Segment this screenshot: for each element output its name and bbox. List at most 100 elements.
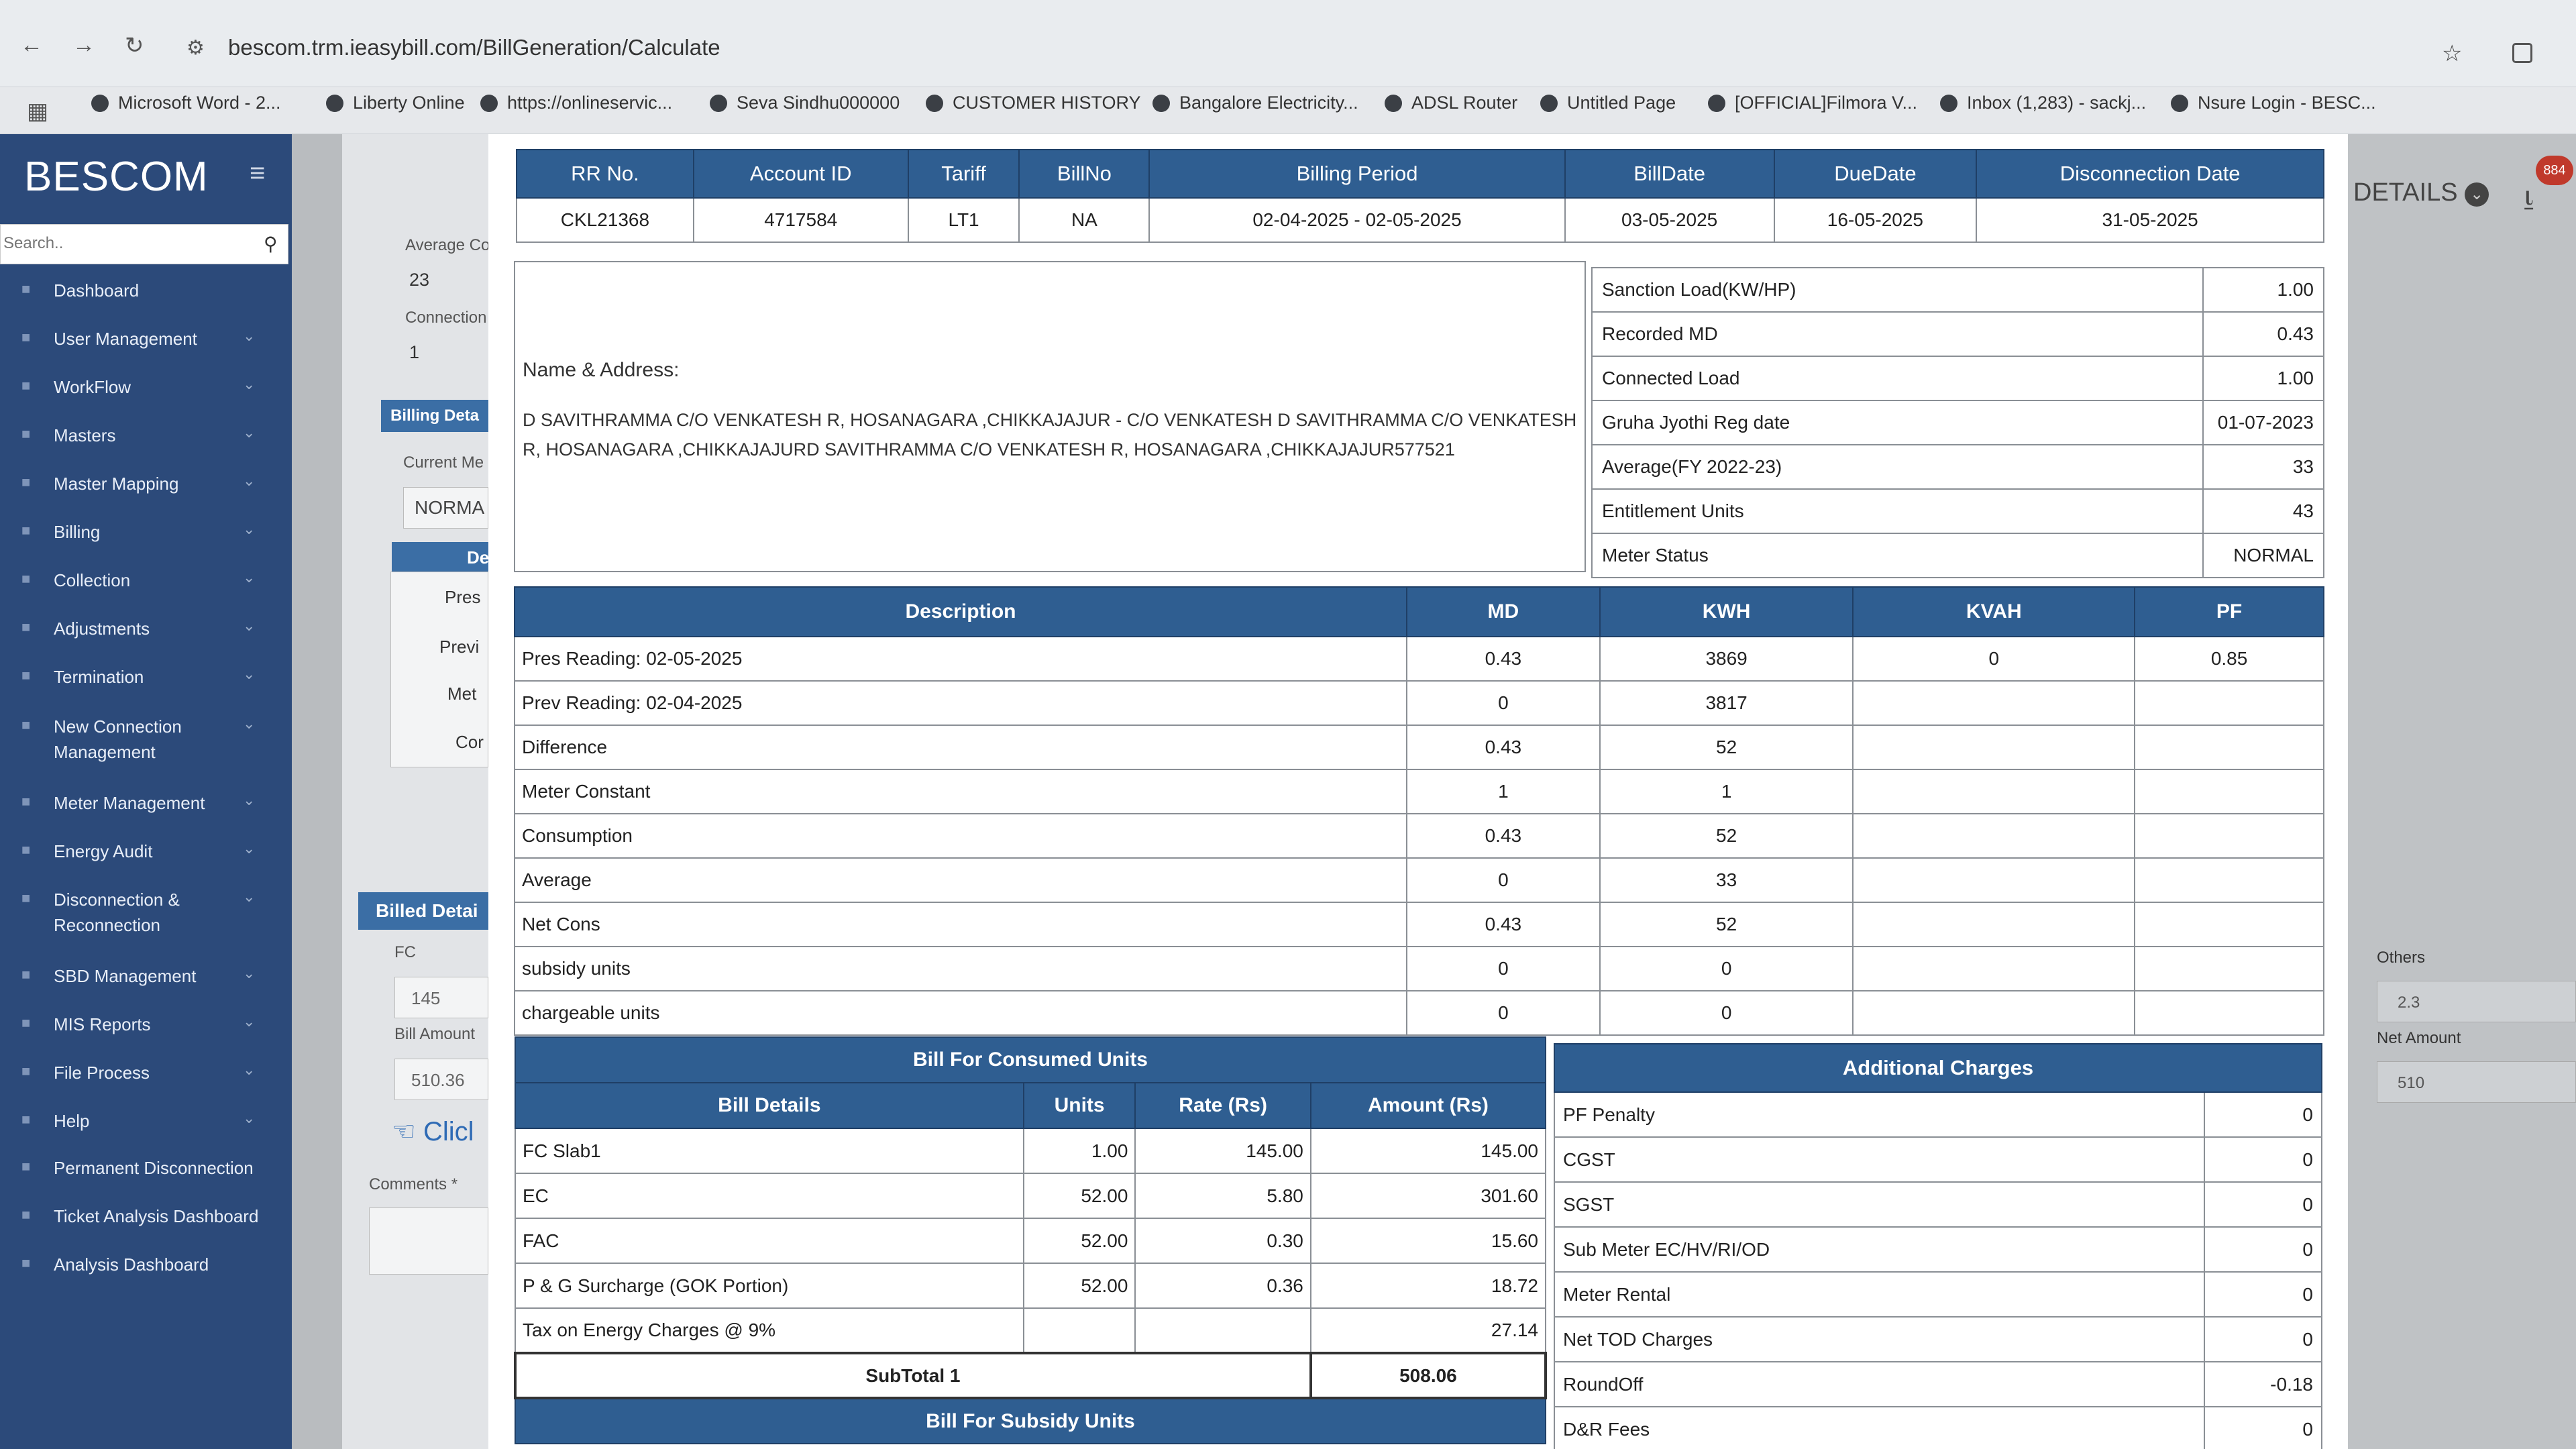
sidebar-item[interactable]: ■ Ticket Analysis Dashboard: [0, 1203, 292, 1229]
bookmark-item[interactable]: Seva Sindhu000000: [710, 93, 900, 113]
bookmark-item[interactable]: Liberty Online: [326, 93, 465, 113]
charge-value: 0: [2204, 1226, 2322, 1273]
bookmark-label: ADSL Router: [1411, 93, 1518, 113]
bookmark-label: Untitled Page: [1567, 93, 1676, 113]
bookmark-item[interactable]: Untitled Page: [1540, 93, 1676, 113]
bookmark-favicon-icon: [710, 95, 727, 112]
bookmark-label: Bangalore Electricity...: [1179, 93, 1358, 113]
bell-icon[interactable]: ⍸: [2520, 176, 2538, 213]
address-bar[interactable]: bescom.trm.ieasybill.com/BillGeneration/…: [228, 35, 720, 60]
consumed-units-title: Bill For Consumed Units: [515, 1036, 1546, 1083]
sidebar-item[interactable]: ■ Collection ⌄: [0, 568, 292, 593]
menu-icon: ■: [21, 570, 31, 587]
menu-icon: ■: [21, 716, 31, 733]
consumed-cell: 15.60: [1309, 1218, 1547, 1264]
bookmark-star-icon[interactable]: ☆: [2442, 40, 2462, 67]
sidebar-item[interactable]: ■ New Connection Management ⌄: [0, 714, 292, 765]
sidebar-item[interactable]: ■ Masters ⌄: [0, 423, 292, 448]
sidebar-item[interactable]: ■ Analysis Dashboard: [0, 1252, 292, 1277]
readings-cell: Average: [514, 857, 1407, 903]
sidebar-item[interactable]: ■ Disconnection & Reconnection ⌄: [0, 887, 292, 938]
readings-cell: 0: [1599, 946, 1854, 991]
readings-cell: 0: [1852, 636, 2136, 682]
search-icon[interactable]: ⚲: [264, 233, 278, 255]
menu-toggle-icon[interactable]: ≡: [250, 158, 265, 189]
consumed-cell: 52.00: [1022, 1218, 1136, 1264]
chevron-down-icon: ⌄: [243, 715, 256, 732]
bill-amount-input[interactable]: 510.36: [394, 1059, 488, 1100]
bookmark-item[interactable]: ADSL Router: [1385, 93, 1517, 113]
net-amount-input[interactable]: 510: [2377, 1061, 2576, 1103]
info-row: Connected Load 1.00: [1591, 356, 2324, 401]
chevron-down-icon: ⌄: [243, 521, 256, 537]
info-row: Gruha Jyothi Reg date 01-07-2023: [1591, 400, 2324, 445]
sidebar-item[interactable]: ■ Help ⌄: [0, 1108, 292, 1134]
bookmark-item[interactable]: Inbox (1,283) - sackj...: [1940, 93, 2146, 113]
name-address-text: D SAVITHRAMMA C/O VENKATESH R, HOSANAGAR…: [523, 410, 1577, 460]
details-toggle[interactable]: DETAILS ⌄: [2353, 178, 2489, 207]
click-link-text: Clicl: [423, 1117, 474, 1146]
charge-label: Meter Rental: [1554, 1271, 2205, 1318]
sidebar-item[interactable]: ■ File Process ⌄: [0, 1060, 292, 1085]
extensions-icon[interactable]: [2512, 43, 2532, 63]
site-settings-icon[interactable]: ⚙: [186, 36, 205, 60]
bookmark-item[interactable]: CUSTOMER HISTORY: [926, 93, 1141, 113]
apps-grid-icon[interactable]: ▦: [27, 98, 48, 125]
sidebar-item[interactable]: ■ Adjustments ⌄: [0, 616, 292, 641]
comments-textarea[interactable]: [369, 1208, 488, 1275]
sidebar-item[interactable]: ■ WorkFlow ⌄: [0, 374, 292, 400]
info-value: 33: [2202, 444, 2324, 490]
consumed-cell: [1022, 1307, 1136, 1354]
sidebar-item[interactable]: ■ SBD Management ⌄: [0, 963, 292, 989]
bookmark-item[interactable]: Nsure Login - BESC...: [2171, 93, 2376, 113]
bookmark-label: Inbox (1,283) - sackj...: [1967, 93, 2147, 113]
back-icon[interactable]: ←: [20, 32, 43, 58]
bill-header-cell: BillDate: [1564, 149, 1775, 199]
sidebar-item-label: Management: [54, 742, 156, 762]
click-link[interactable]: ☜ Clicl: [392, 1116, 474, 1147]
table-row: CGST 0: [1554, 1136, 2322, 1183]
consumed-header-cell: Bill Details: [515, 1082, 1024, 1129]
bookmark-item[interactable]: [OFFICIAL]Filmora V...: [1708, 93, 1917, 113]
sidebar-item[interactable]: ■ User Management ⌄: [0, 326, 292, 352]
tab-billed-details[interactable]: Billed Detai: [358, 892, 488, 930]
connection-info-table: Sanction Load(KW/HP) 1.00 Recorded MD 0.43 C…: [1591, 267, 2324, 578]
sidebar-item-label: Ticket Analysis Dashboard: [54, 1206, 259, 1226]
charge-label: SGST: [1554, 1181, 2205, 1228]
sidebar-item[interactable]: ■ Billing ⌄: [0, 519, 292, 545]
sidebar-item[interactable]: ■ Termination ⌄: [0, 664, 292, 690]
charge-value: 0: [2204, 1406, 2322, 1449]
reload-icon[interactable]: ↻: [125, 32, 144, 59]
charge-value: 0: [2204, 1316, 2322, 1362]
sidebar-item[interactable]: ■ MIS Reports ⌄: [0, 1012, 292, 1037]
sidebar-item[interactable]: ■ Dashboard: [0, 278, 292, 303]
bill-header-value: CKL21368: [516, 197, 694, 243]
net-amount-label: Net Amount: [2377, 1029, 2461, 1047]
current-meter-select[interactable]: NORMA: [403, 487, 488, 529]
readings-cell: Pres Reading: 02-05-2025: [514, 636, 1407, 682]
bookmark-item[interactable]: Microsoft Word - 2...: [91, 93, 281, 113]
current-meter-label: Current Me: [403, 453, 484, 472]
sidebar-item[interactable]: ■ Meter Management ⌄: [0, 790, 292, 816]
bookmark-label: [OFFICIAL]Filmora V...: [1735, 93, 1918, 113]
readings-cell: 0.85: [2134, 636, 2324, 682]
bookmark-favicon-icon: [1540, 95, 1558, 112]
charge-label: Sub Meter EC/HV/RI/OD: [1554, 1226, 2205, 1273]
bookmark-item[interactable]: Bangalore Electricity...: [1152, 93, 1358, 113]
others-input[interactable]: 2.3: [2377, 981, 2576, 1022]
fc-input[interactable]: 145: [394, 977, 488, 1018]
forward-icon[interactable]: →: [72, 32, 95, 58]
tab-billing-details[interactable]: Billing Deta: [381, 400, 488, 432]
consumed-cell: 52.00: [1022, 1263, 1136, 1309]
sidebar-search-input[interactable]: [1, 225, 256, 262]
readings-cell: [1852, 680, 2136, 726]
bookmark-item[interactable]: https://onlineservic...: [480, 93, 672, 113]
sidebar-item[interactable]: ■ Permanent Disconnection: [0, 1155, 292, 1181]
sidebar-item-label: Collection: [54, 570, 131, 590]
sidebar-item[interactable]: ■ Master Mapping ⌄: [0, 471, 292, 496]
readings-cell: [1852, 813, 2136, 859]
name-address-label: Name & Address:: [523, 359, 680, 381]
sidebar-item[interactable]: ■ Energy Audit ⌄: [0, 839, 292, 864]
bill-header-value: NA: [1018, 197, 1150, 243]
sidebar-item-label: New Connection: [54, 716, 182, 737]
